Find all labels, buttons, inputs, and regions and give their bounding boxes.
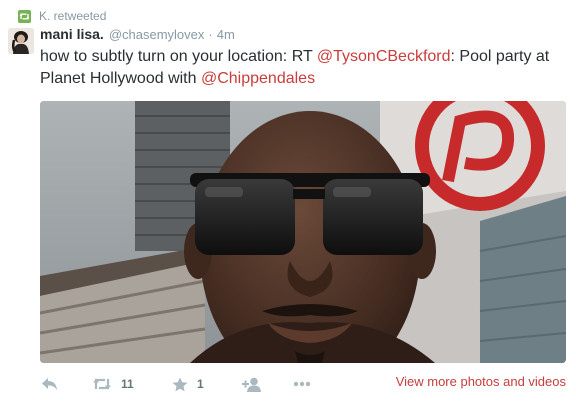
reply-button[interactable] (41, 372, 58, 396)
retweet-context: K. retweeted (18, 8, 106, 24)
follow-button[interactable] (242, 372, 262, 396)
photo-image (40, 101, 566, 363)
retweet-icon (18, 9, 31, 23)
favorite-button[interactable]: 1 (172, 372, 204, 396)
timestamp[interactable]: 4m (217, 27, 235, 42)
separator-dot: · (208, 27, 213, 42)
retweet-icon (93, 378, 111, 390)
more-icon (293, 381, 311, 387)
mention-link[interactable]: @Chippendales (201, 70, 315, 87)
view-more-media-link[interactable]: View more photos and videos (396, 374, 566, 389)
tweet-text-part: how to subtly turn on your location: RT (40, 48, 317, 65)
retweet-button[interactable]: 11 (92, 372, 134, 396)
mention-link[interactable]: @TysonCBeckford (317, 48, 451, 65)
display-name[interactable]: mani lisa. (40, 26, 104, 42)
retweeter-label[interactable]: K. retweeted (39, 9, 106, 23)
tweet-header: mani lisa. @chasemylovex · 4m (40, 26, 235, 44)
favorite-count: 1 (197, 377, 204, 391)
more-button[interactable] (293, 372, 311, 396)
tweet-photo[interactable] (40, 101, 566, 363)
star-icon (172, 377, 188, 391)
retweet-count: 11 (121, 377, 134, 391)
avatar[interactable] (8, 28, 34, 54)
user-handle[interactable]: @chasemylovex (109, 27, 205, 42)
reply-icon (42, 378, 57, 390)
tweet-text: how to subtly turn on your location: RT … (40, 46, 568, 90)
add-user-icon (242, 377, 261, 392)
